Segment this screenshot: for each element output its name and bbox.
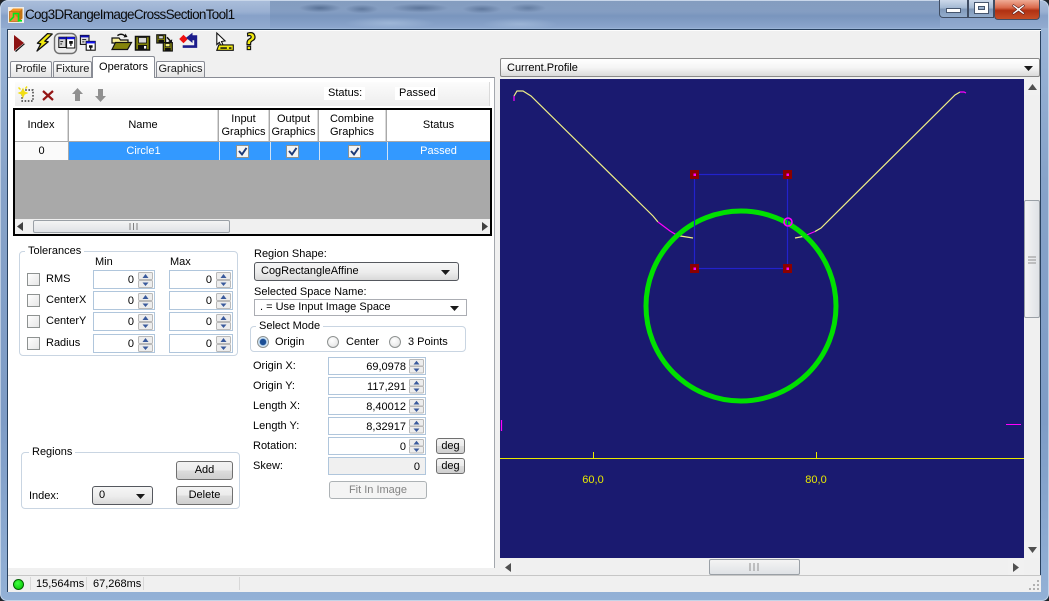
- svg-text:0: 0: [414, 461, 420, 473]
- svg-text:69,0978: 69,0978: [366, 361, 406, 373]
- svg-text:8,32917: 8,32917: [366, 421, 406, 433]
- svg-text:117,291: 117,291: [367, 381, 406, 393]
- svg-text:60,0: 60,0: [582, 474, 603, 486]
- svg-text:0: 0: [400, 441, 406, 453]
- svg-text:8,40012: 8,40012: [366, 401, 406, 413]
- svg-text:80,0: 80,0: [805, 474, 826, 486]
- svg-text:0: 0: [128, 274, 134, 286]
